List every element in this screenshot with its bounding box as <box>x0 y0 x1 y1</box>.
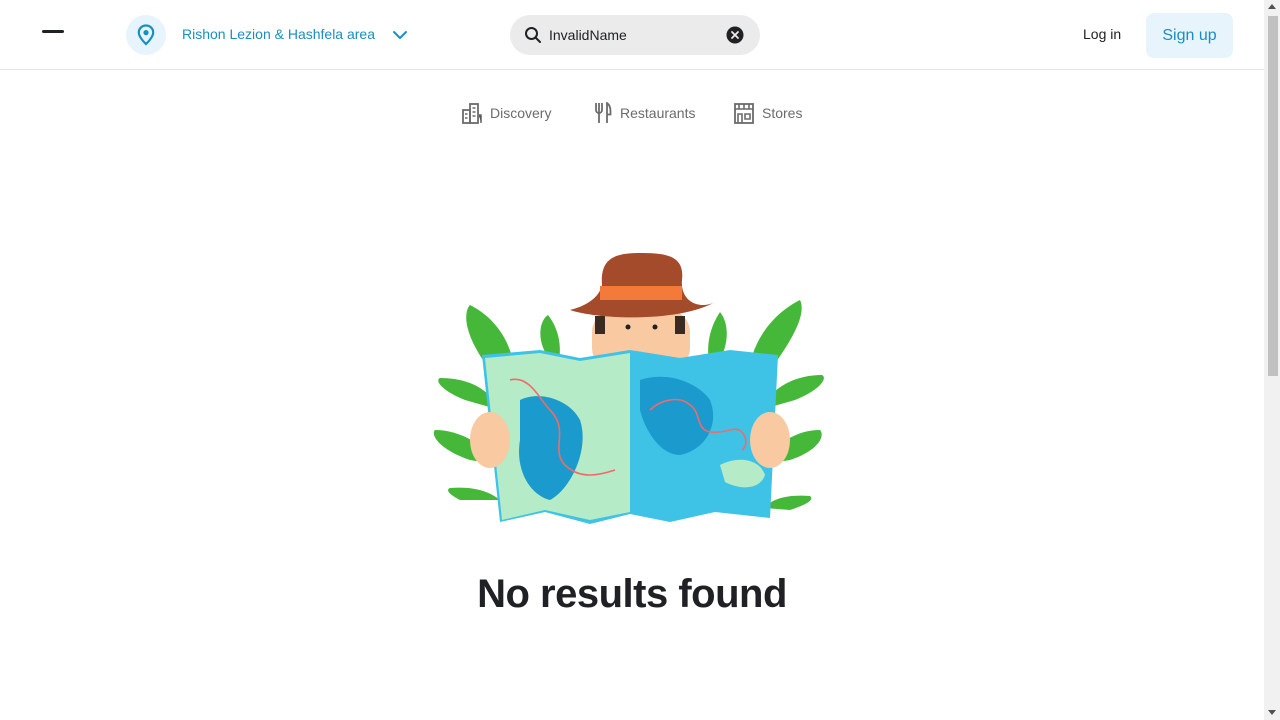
explorer-map-illustration <box>433 253 824 524</box>
chevron-down-icon[interactable] <box>390 25 410 45</box>
tab-restaurants[interactable]: Restaurants <box>594 100 695 126</box>
clear-search-icon[interactable] <box>726 26 744 44</box>
search-input[interactable] <box>549 23 719 47</box>
page-scrollbar[interactable] <box>1264 0 1280 720</box>
discovery-icon <box>462 103 482 124</box>
fork-knife-icon <box>595 102 612 123</box>
scroll-down-icon[interactable] <box>1268 710 1276 715</box>
top-bar: Rishon Lezion & Hashfela area Log in Sig… <box>0 0 1264 70</box>
tab-stores[interactable]: Stores <box>734 100 802 126</box>
category-tabs: Discovery Restaurants Stores <box>0 100 1264 126</box>
tab-discovery[interactable]: Discovery <box>462 100 551 126</box>
scrollbar-thumb[interactable] <box>1268 16 1278 376</box>
tab-label: Stores <box>762 105 803 121</box>
login-button[interactable]: Log in <box>1083 26 1121 42</box>
search-bar <box>510 15 760 55</box>
store-icon <box>734 103 754 124</box>
location-pin-icon[interactable] <box>126 15 166 55</box>
location-label[interactable]: Rishon Lezion & Hashfela area <box>182 26 375 42</box>
tab-label: Discovery <box>490 105 552 121</box>
menu-icon <box>42 30 64 33</box>
search-icon <box>525 27 541 43</box>
signup-button[interactable]: Sign up <box>1146 13 1233 58</box>
scroll-up-icon[interactable] <box>1268 4 1276 9</box>
no-results-message: No results found <box>477 572 787 616</box>
tab-label: Restaurants <box>620 105 696 121</box>
menu-button[interactable] <box>36 22 70 42</box>
